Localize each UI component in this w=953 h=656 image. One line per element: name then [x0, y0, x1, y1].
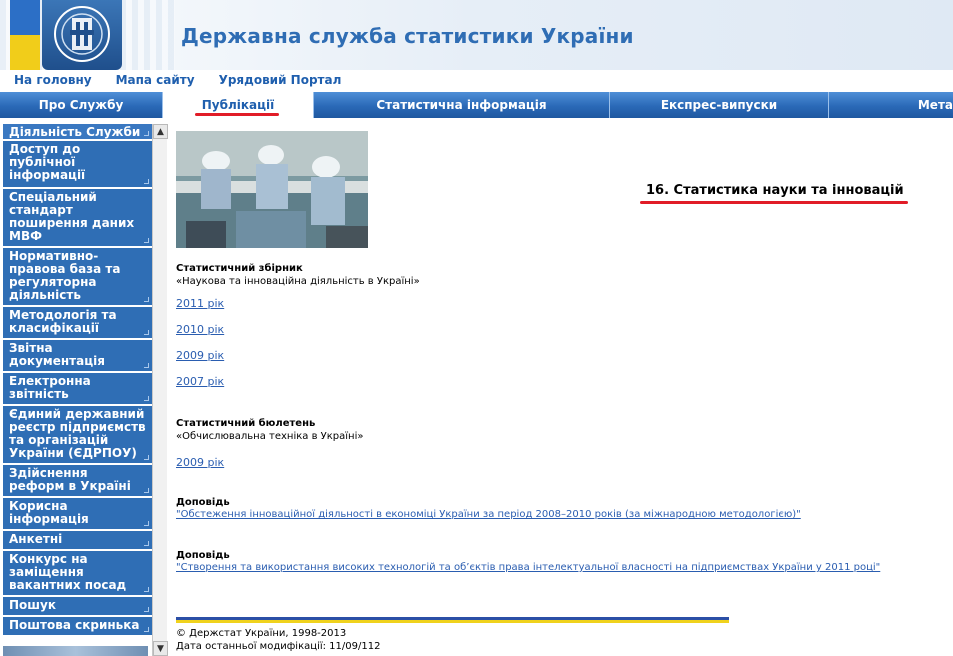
footer: © Держстат України, 1998-2013 Дата остан… [176, 627, 380, 653]
government-portal-link[interactable]: Урядовий Портал [219, 73, 342, 89]
link-2009[interactable]: 2009 рік [176, 349, 224, 362]
sidebar-item-regulatory-base[interactable]: Нормативно-правова база та регуляторна д… [3, 248, 152, 307]
lab-workers-photo [176, 131, 368, 248]
report-block-1: Доповідь [176, 496, 230, 509]
report-label-2: Доповідь [176, 550, 230, 561]
copyright-text: © Держстат України, 1998-2013 [176, 628, 347, 639]
sidebar-item-vacancies[interactable]: Конкурс на заміщення вакантних посад [3, 551, 152, 597]
collection-label: Статистичний збірник [176, 263, 303, 274]
bulletin-label: Статистичний бюлетень [176, 418, 316, 429]
link-2007[interactable]: 2007 рік [176, 375, 224, 388]
collection-title: «Наукова та інноваційна діяльність в Укр… [176, 276, 420, 287]
sidebar-item-report-docs[interactable]: Звітна документація [3, 340, 152, 373]
report-block-2: Доповідь [176, 549, 230, 562]
scroll-down-icon[interactable]: ▼ [153, 641, 168, 656]
title-highlight [640, 201, 908, 204]
report-link-innovation[interactable]: "Обстеження інноваційної діяльності в ек… [176, 509, 801, 520]
sidebar-item-useful-info[interactable]: Корисна інформація [3, 498, 152, 531]
ukraine-flag [10, 0, 40, 70]
nav-about[interactable]: Про Службу [0, 92, 163, 118]
bulletin-block: Статистичний бюлетень «Обчислювальна тех… [176, 417, 363, 443]
sidebar-item-e-reporting[interactable]: Електронна звітність [3, 373, 152, 406]
site-title: Державна служба статистики України [181, 24, 634, 48]
bulletin-title: «Обчислювальна техніка в Україні» [176, 431, 364, 442]
sidebar-item-methodology[interactable]: Методологія та класифікації [3, 307, 152, 340]
nav-statistical-info[interactable]: Статистична інформація [314, 92, 610, 118]
last-modified-text: Дата останньої модифікації: 11/09/112 [176, 641, 381, 652]
bulletin-link-2009[interactable]: 2009 рік [176, 456, 224, 469]
nav-meta[interactable]: Мета [829, 92, 953, 118]
sidebar-item-reforms[interactable]: Здійснення реформ в Україні [3, 465, 152, 498]
sidebar: Діяльність Служби Доступ до публічної ін… [0, 124, 168, 656]
ukrstat-logo-icon[interactable] [42, 0, 122, 70]
sitemap-link[interactable]: Мапа сайту [116, 73, 195, 89]
link-2011[interactable]: 2011 рік [176, 297, 224, 310]
collection-block: Статистичний збірник «Наукова та інновац… [176, 262, 420, 288]
link-2010[interactable]: 2010 рік [176, 323, 224, 336]
sidebar-item-edrpou[interactable]: Єдиний державний реєстр підприємств та о… [3, 406, 152, 465]
report-link-high-tech[interactable]: "Створення та використання високих техно… [176, 562, 880, 573]
sidebar-menu: Діяльність Служби Доступ до публічної ін… [3, 124, 152, 637]
main-nav: Про Службу Публікації Статистична інформ… [0, 92, 953, 118]
sidebar-item-surveys[interactable]: Анкетні опитування [3, 531, 152, 559]
sidebar-item-search[interactable]: Пошук [3, 597, 152, 617]
sidebar-item-service-activity[interactable]: Діяльність Служби [3, 124, 152, 141]
nav-publications[interactable]: Публікації [163, 92, 314, 118]
sidebar-item-mailbox[interactable]: Поштова скринька [3, 617, 152, 637]
footer-divider [176, 617, 729, 623]
sidebar-scrollbar[interactable]: ▲ ▼ [152, 124, 168, 656]
nav-express-releases[interactable]: Експрес-випуски [610, 92, 829, 118]
page-title: 16. Статистика науки та інновацій [646, 183, 904, 198]
sidebar-item-imf-standard[interactable]: Спеціальний стандарт поширення даних МВФ [3, 189, 152, 248]
top-links: На головну Мапа сайту Урядовий Портал [14, 73, 341, 89]
sidebar-banner[interactable] [3, 646, 148, 656]
home-link[interactable]: На головну [14, 73, 92, 89]
sidebar-item-public-info[interactable]: Доступ до публічної інформації [3, 141, 152, 189]
report-label-1: Доповідь [176, 497, 230, 508]
site-header: Державна служба статистики України [0, 0, 953, 70]
scroll-up-icon[interactable]: ▲ [153, 124, 168, 139]
